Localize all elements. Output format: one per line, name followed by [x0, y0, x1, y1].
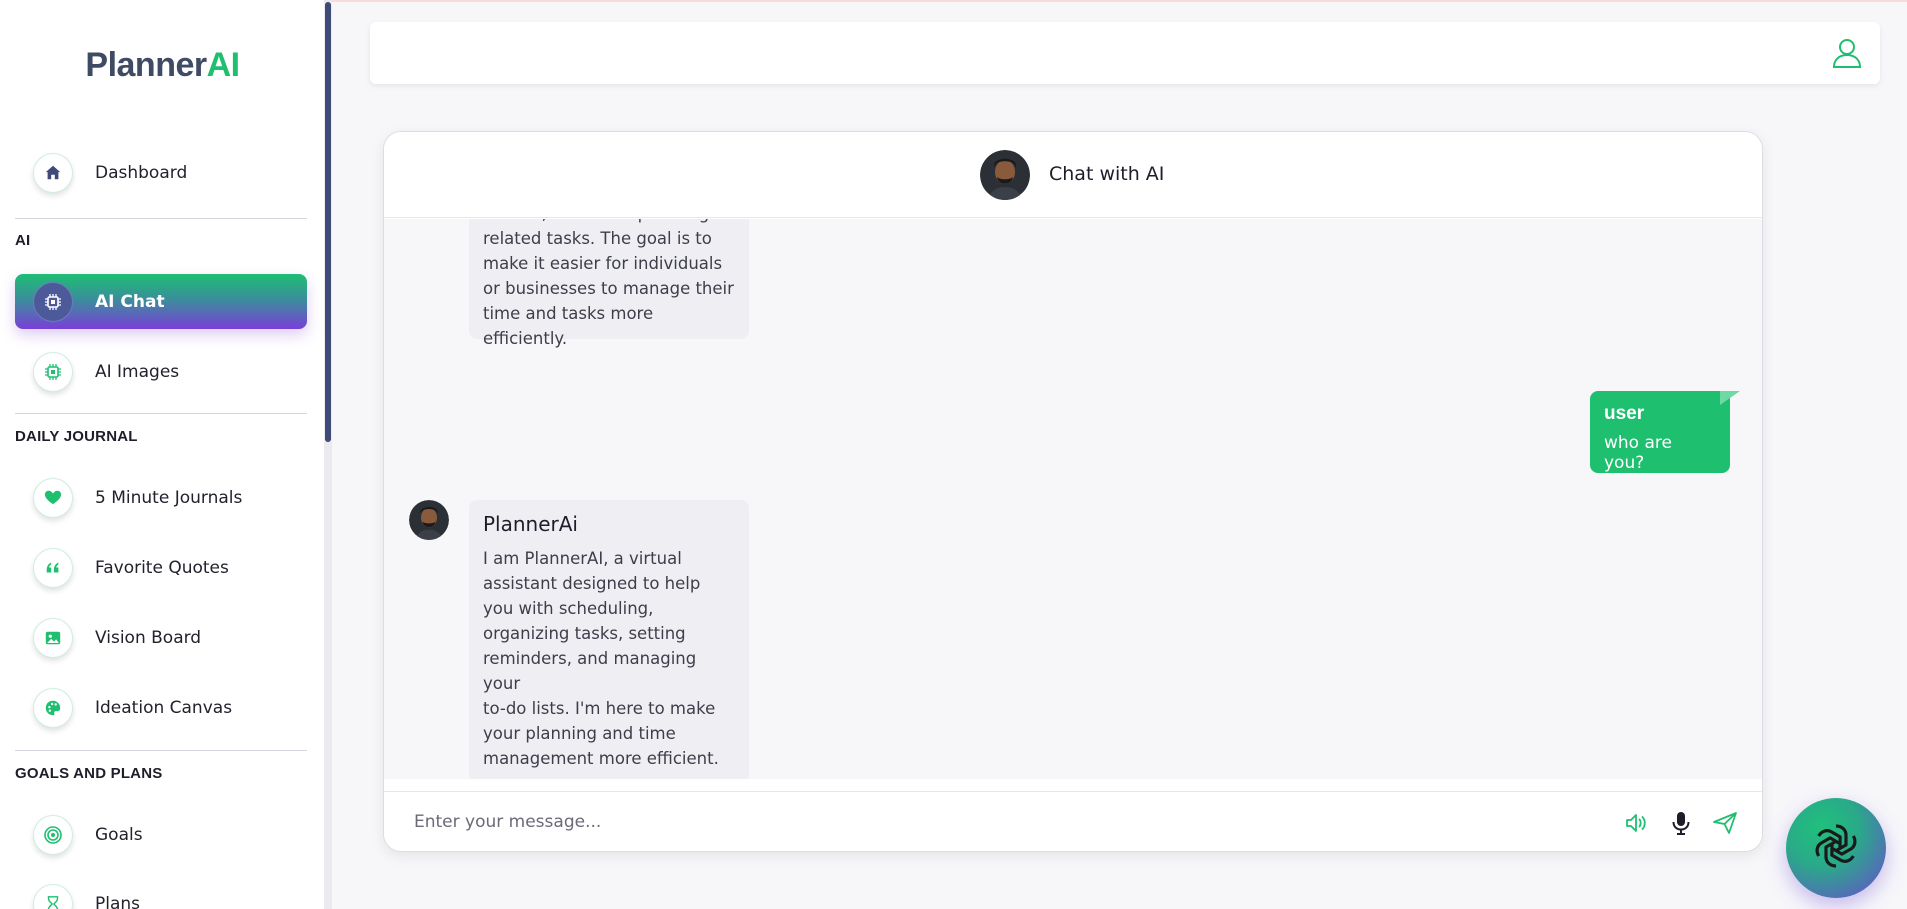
- quote-icon: [33, 547, 73, 588]
- sidebar-divider: [15, 218, 307, 219]
- heart-icon: [33, 477, 73, 518]
- logo-text-planner: Planner: [85, 46, 207, 84]
- ai-avatar: [980, 150, 1030, 200]
- message-text: do lists, and other planning- related ta…: [483, 219, 734, 348]
- section-heading-goals-and-plans: GOALS AND PLANS: [15, 765, 163, 782]
- message-input[interactable]: [414, 804, 1564, 840]
- send-icon[interactable]: [1711, 809, 1739, 837]
- sidebar-item-5-minute-journals[interactable]: 5 Minute Journals: [15, 470, 307, 525]
- image-icon: [33, 617, 73, 658]
- palette-icon: [33, 687, 73, 728]
- sidebar-item-label: AI Images: [95, 361, 180, 382]
- sidebar-item-label: 5 Minute Journals: [95, 487, 243, 508]
- sidebar-item-label: Ideation Canvas: [95, 697, 233, 718]
- sidebar-item-ideation-canvas[interactable]: Ideation Canvas: [15, 680, 307, 735]
- user-icon[interactable]: [1830, 36, 1864, 70]
- message-list[interactable]: do lists, and other planning- related ta…: [384, 219, 1762, 779]
- sidebar-item-ai-images[interactable]: AI Images: [15, 344, 307, 399]
- top-header: [370, 22, 1880, 84]
- sidebar-item-label: Plans: [95, 893, 141, 909]
- sidebar-item-favorite-quotes[interactable]: Favorite Quotes: [15, 540, 307, 595]
- sidebar: PlannerAI Dashboard AI AI Chat AI Images: [0, 0, 325, 909]
- chip-icon: [33, 351, 73, 392]
- sidebar-item-vision-board[interactable]: Vision Board: [15, 610, 307, 665]
- section-heading-daily-journal: DAILY JOURNAL: [15, 428, 138, 445]
- sidebar-item-goals[interactable]: Goals: [15, 807, 307, 862]
- sidebar-item-label: Vision Board: [95, 627, 202, 648]
- speaker-icon[interactable]: [1622, 809, 1650, 837]
- home-icon: [33, 152, 73, 193]
- section-heading-ai: AI: [15, 232, 31, 249]
- openai-icon: [1808, 818, 1864, 878]
- sidebar-item-dashboard[interactable]: Dashboard: [15, 145, 307, 200]
- sidebar-item-label: Favorite Quotes: [95, 557, 229, 578]
- sidebar-item-plans[interactable]: Plans: [15, 876, 307, 909]
- ai-message-bubble: do lists, and other planning- related ta…: [469, 219, 749, 348]
- ai-message-bubble: PlannerAi I am PlannerAI, a virtual assi…: [469, 500, 749, 779]
- sidebar-scrollbar-thumb[interactable]: [325, 2, 331, 442]
- message-composer: [384, 791, 1762, 851]
- sidebar-item-ai-chat[interactable]: AI Chat: [15, 274, 307, 329]
- mic-icon[interactable]: [1667, 809, 1695, 837]
- message-sender: PlannerAi: [483, 512, 578, 536]
- message-text: who are you?: [1604, 433, 1672, 473]
- openai-assistant-button[interactable]: [1786, 798, 1886, 898]
- sidebar-item-label: Dashboard: [95, 162, 188, 183]
- chat-panel: Chat with AI do lists, and other plannin…: [383, 131, 1763, 852]
- sidebar-divider: [15, 413, 307, 414]
- sidebar-item-label: Goals: [95, 824, 143, 845]
- target-icon: [33, 814, 73, 855]
- hourglass-icon: [33, 883, 73, 909]
- chat-header: Chat with AI: [384, 132, 1762, 218]
- ai-avatar: [409, 500, 449, 540]
- sidebar-item-label: AI Chat: [95, 291, 165, 312]
- logo-text-ai: AI: [206, 46, 241, 84]
- chip-icon: [33, 281, 73, 322]
- message-text: I am PlannerAI, a virtual assistant desi…: [483, 549, 719, 768]
- chat-title: Chat with AI: [1049, 163, 1165, 185]
- user-message-bubble: user who are you?: [1590, 391, 1740, 473]
- app-logo[interactable]: PlannerAI: [0, 46, 324, 85]
- bubble-tail: [1720, 391, 1740, 405]
- sidebar-divider: [15, 750, 307, 751]
- message-sender: user: [1604, 403, 1645, 424]
